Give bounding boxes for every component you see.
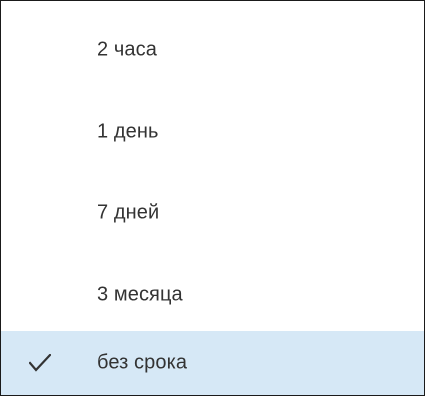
menu-item-3-months[interactable]: 3 месяца [1,256,424,334]
menu-item-label: без срока [97,351,188,374]
menu-item-label: 1 день [97,120,159,143]
menu-item-7-days[interactable]: 7 дней [1,174,424,252]
menu-item-no-expiry[interactable]: без срока [1,331,424,395]
menu-item-label: 3 месяца [97,283,183,306]
menu-item-label: 2 часа [97,38,157,61]
checkmark-icon [28,353,52,372]
duration-dropdown-menu: 2 часа 1 день 7 дней 3 месяца без срока [0,0,425,396]
menu-item-2-hours[interactable]: 2 часа [1,11,424,89]
menu-item-label: 7 дней [97,201,160,224]
menu-item-1-day[interactable]: 1 день [1,93,424,171]
